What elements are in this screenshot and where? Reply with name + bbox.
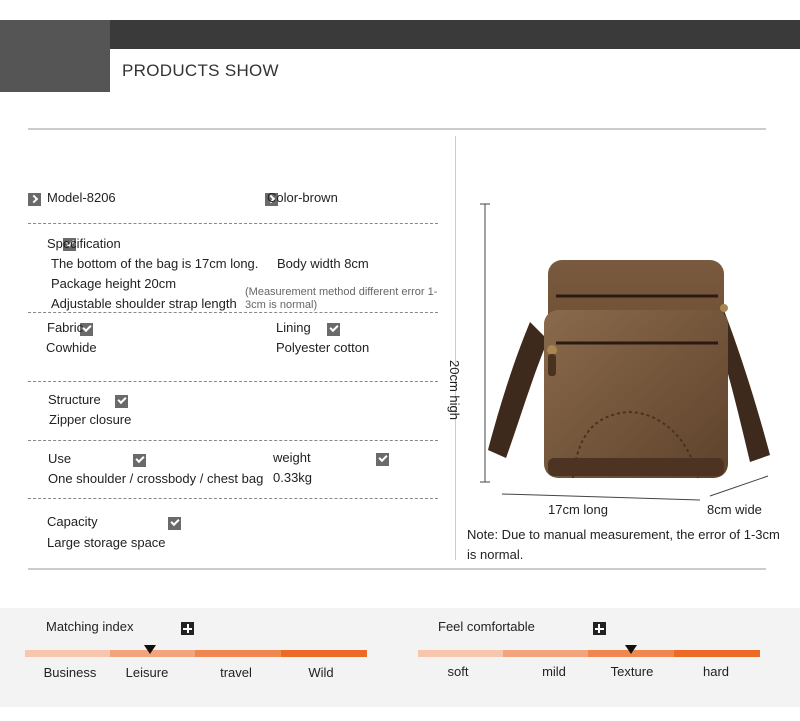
page-title: PRODUCTS SHOW [122, 61, 279, 80]
structure-value: Zipper closure [49, 412, 132, 427]
weight-value: 0.33kg [273, 470, 313, 485]
scale-segment [674, 650, 760, 657]
spec-line: Adjustable shoulder strap length [51, 296, 237, 311]
row-separator [28, 440, 438, 441]
scale-label: travel [220, 665, 252, 680]
scale-label: Texture [610, 664, 654, 679]
scale-label: hard [702, 664, 730, 679]
weight-title: weight [273, 450, 311, 465]
top-divider [28, 128, 766, 130]
scale-segment [503, 650, 588, 657]
row-separator [28, 498, 438, 499]
chevron-right-icon [28, 193, 41, 206]
row-separator [28, 381, 438, 382]
scale-label: Business [43, 665, 97, 680]
spec-line: Body width 8cm [277, 256, 369, 271]
check-icon [115, 395, 129, 408]
height-dimension: 20cm high [447, 360, 462, 420]
selection-pointer [144, 645, 156, 654]
scale-segment [25, 650, 110, 657]
check-icon [326, 323, 340, 336]
use-value: One shoulder / crossbody / chest bag [48, 471, 264, 486]
plus-icon [592, 622, 606, 635]
capacity-value: Large storage space [47, 535, 166, 550]
selection-pointer [625, 645, 637, 654]
plus-icon [181, 622, 195, 635]
model-label: Model-8206 [47, 190, 116, 205]
bag-illustration [478, 200, 788, 505]
capacity-title: Capacity [47, 514, 98, 529]
fabric-value: Cowhide [46, 340, 97, 355]
lining-title: Lining [276, 320, 311, 335]
scale-label: mild [542, 664, 566, 679]
row-separator [28, 312, 438, 313]
matching-index-title: Matching index [46, 619, 134, 634]
width-dimension: 8cm wide [707, 502, 762, 517]
scale-segment [195, 650, 281, 657]
scale-label: soft [447, 664, 469, 679]
scale-label: Wild [308, 665, 334, 680]
check-icon [132, 454, 146, 467]
lining-value: Polyester cotton [276, 340, 370, 355]
color-label: Color-brown [267, 190, 338, 205]
specification-title: Specification [47, 236, 121, 251]
measurement-note-text: Note: Due to manual measurement, the err… [467, 527, 780, 562]
feel-comfortable-title: Feel comfortable [438, 619, 535, 634]
scale-segment [281, 650, 367, 657]
scale-segment [418, 650, 503, 657]
spec-line: Package height 20cm [51, 276, 177, 291]
measurement-note: (Measurement method different error 1-3c… [245, 286, 438, 311]
spec-line: The bottom of the bag is 17cm long. [51, 256, 259, 271]
check-icon [167, 517, 181, 530]
header-band [0, 20, 800, 49]
header-title-block [0, 20, 110, 92]
structure-title: Structure [48, 392, 101, 407]
length-dimension: 17cm long [548, 502, 608, 517]
fabric-title: Fabric [47, 320, 84, 335]
use-title: Use [48, 451, 72, 466]
scale-label: Leisure [125, 665, 169, 680]
bottom-divider [28, 568, 766, 570]
check-icon [376, 453, 390, 466]
row-separator [28, 223, 438, 224]
column-divider [455, 136, 456, 560]
